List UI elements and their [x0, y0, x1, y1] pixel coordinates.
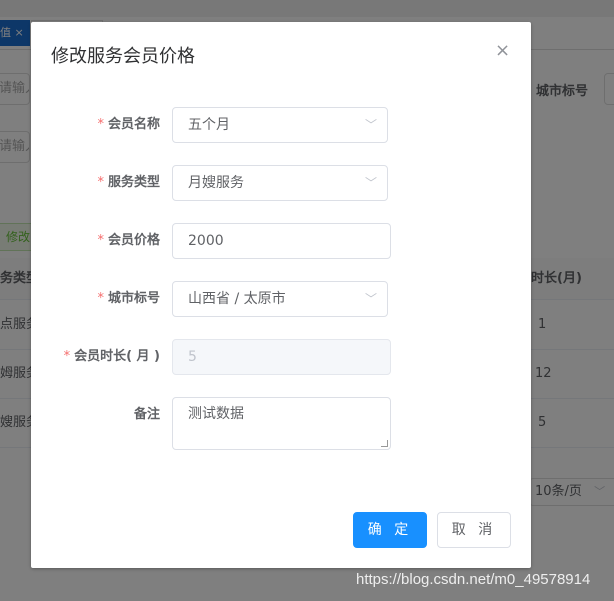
- field-label: * 会员价格: [97, 233, 160, 248]
- chevron-down-icon: ﹀: [364, 176, 377, 190]
- cancel-button[interactable]: 取 消: [437, 512, 511, 548]
- form-row-price: * 会员价格 2000: [31, 223, 531, 259]
- field-label: * 会员时长( 月 ): [63, 349, 160, 364]
- field-label: 备注: [134, 397, 160, 433]
- field-label: * 会员名称: [97, 117, 160, 132]
- confirm-button[interactable]: 确 定: [353, 512, 427, 548]
- city-cascader[interactable]: 山西省 / 太原市 ﹀: [172, 281, 388, 317]
- member-name-select[interactable]: 五个月 ﹀: [172, 107, 388, 143]
- edit-price-dialog: 修改服务会员价格 × * 会员名称 五个月 ﹀ * 服务类型 月嫂服务 ﹀ * 会员价格 …: [31, 22, 531, 568]
- dialog-title: 修改服务会员价格: [51, 46, 195, 67]
- label-text: 城市标号: [107, 291, 160, 306]
- label-text: 会员价格: [107, 233, 160, 248]
- duration-input: 5: [172, 339, 391, 375]
- label-text: 备注: [133, 407, 160, 422]
- textarea-value: 测试数据: [188, 406, 244, 422]
- label-text: 服务类型: [107, 175, 160, 190]
- form-row-duration: * 会员时长( 月 ) 5: [31, 339, 531, 375]
- price-input[interactable]: 2000: [172, 223, 391, 259]
- service-type-select[interactable]: 月嫂服务 ﹀: [172, 165, 388, 201]
- form-row-city: * 城市标号 山西省 / 太原市 ﹀: [31, 281, 531, 317]
- field-label: * 城市标号: [97, 291, 160, 306]
- select-value: 五个月: [188, 117, 230, 133]
- form-row-remark: 备注 测试数据: [31, 397, 531, 450]
- label-text: 会员名称: [107, 117, 160, 132]
- remark-textarea[interactable]: 测试数据: [172, 397, 391, 450]
- form-row-service-type: * 服务类型 月嫂服务 ﹀: [31, 165, 531, 201]
- field-label: * 服务类型: [97, 175, 160, 190]
- select-value: 月嫂服务: [188, 175, 244, 191]
- close-icon[interactable]: ×: [495, 40, 510, 61]
- chevron-down-icon: ﹀: [364, 292, 377, 306]
- select-value: 山西省 / 太原市: [188, 291, 286, 307]
- form-row-member-name: * 会员名称 五个月 ﹀: [31, 107, 531, 143]
- label-text: 会员时长( 月 ): [74, 349, 160, 364]
- chevron-down-icon: ﹀: [364, 118, 377, 132]
- watermark: https://blog.csdn.net/m0_49578914: [356, 571, 591, 588]
- resize-handle[interactable]: [381, 440, 388, 447]
